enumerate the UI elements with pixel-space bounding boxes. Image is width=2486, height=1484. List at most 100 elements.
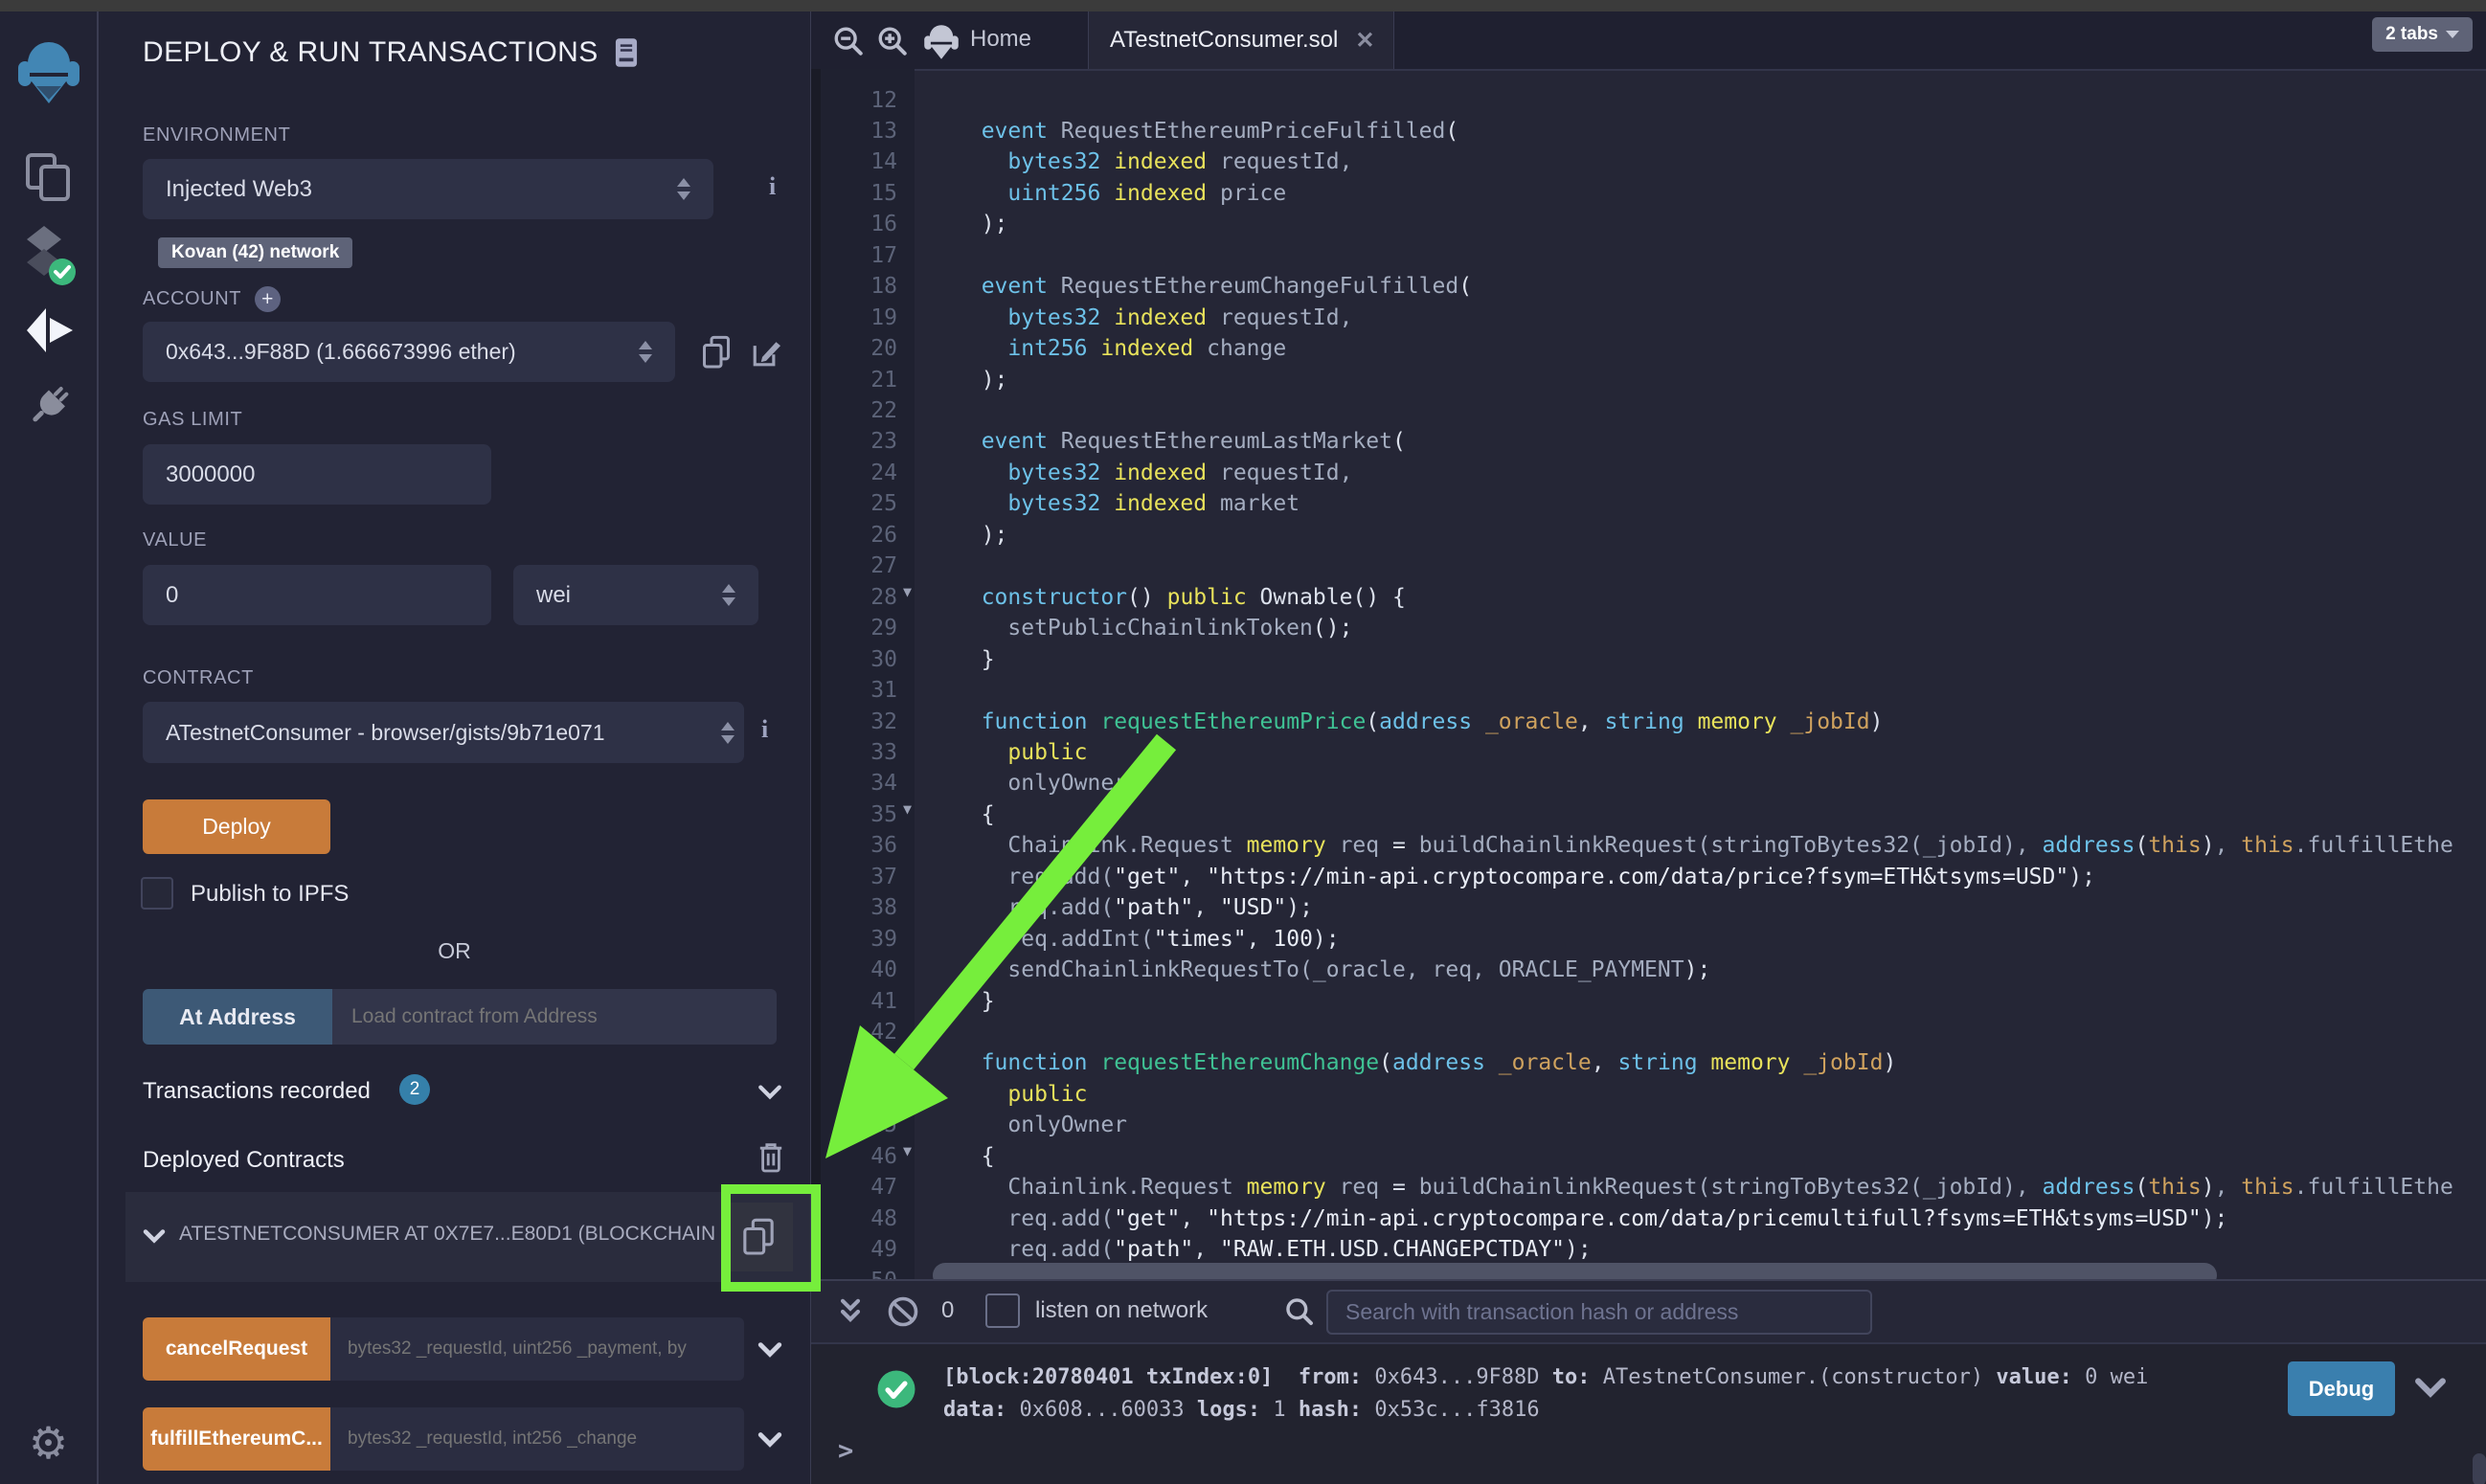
line-number: 49 <box>811 1237 897 1262</box>
debug-button[interactable]: Debug <box>2288 1361 2395 1416</box>
code-area[interactable]: 1213 event RequestEthereumPriceFulfilled… <box>811 69 2486 1279</box>
listen-network-label: listen on network <box>1035 1297 1208 1324</box>
edit-account-icon[interactable] <box>750 337 782 370</box>
code-line: 25 bytes32 indexed market <box>811 488 2486 520</box>
environment-select[interactable]: Injected Web3 <box>143 159 713 219</box>
remix-logo[interactable] <box>0 38 97 107</box>
function-expand-icon[interactable] <box>757 1431 782 1448</box>
network-badge: Kovan (42) network <box>158 237 352 268</box>
tx-success-icon <box>876 1369 916 1409</box>
zoom-in-icon[interactable] <box>876 25 909 57</box>
home-remix-icon[interactable] <box>922 23 960 61</box>
line-number: 29 <box>811 616 897 641</box>
gas-limit-input[interactable] <box>143 444 491 505</box>
account-label: ACCOUNT <box>143 288 241 310</box>
fold-arrow-icon[interactable]: ▼ <box>903 1142 912 1159</box>
code-line: 27 <box>811 551 2486 582</box>
search-icon <box>1284 1296 1315 1327</box>
sidebar-item-deploy-run[interactable] <box>0 306 97 354</box>
value-input[interactable] <box>143 565 491 625</box>
line-number: 32 <box>811 709 897 734</box>
expand-terminal-icon[interactable] <box>838 1296 863 1327</box>
at-address-button[interactable]: At Address <box>143 989 332 1045</box>
line-number: 42 <box>811 1020 897 1045</box>
tab-active-file[interactable]: ATestnetConsumer.sol ✕ <box>1088 11 1394 69</box>
fold-arrow-icon[interactable]: ▼ <box>903 583 912 600</box>
transactions-collapse-icon[interactable] <box>757 1084 782 1100</box>
contract-info-icon[interactable]: i <box>761 715 768 744</box>
deployed-contracts-label: Deployed Contracts <box>143 1147 345 1174</box>
environment-value: Injected Web3 <box>166 176 312 203</box>
value-unit: wei <box>536 582 571 609</box>
terminal-search-input[interactable] <box>1326 1290 1872 1335</box>
plugin-icon-bar: ⚙ <box>0 11 99 1484</box>
tab-filename: ATestnetConsumer.sol <box>1110 27 1338 54</box>
function-button-1[interactable]: fulfillEthereumC... <box>143 1407 330 1471</box>
window-top-strip <box>0 0 2486 11</box>
account-label-row: ACCOUNT + <box>143 286 281 312</box>
sidebar-item-file-explorer[interactable] <box>0 151 97 203</box>
add-account-icon[interactable]: + <box>255 286 281 312</box>
tx-log-line-1[interactable]: [block:20780401 txIndex:0] from: 0x643..… <box>943 1365 2148 1389</box>
clear-deployed-trash-icon[interactable] <box>757 1141 784 1174</box>
tx-log-line-2[interactable]: data: 0x608...60033 logs: 1 hash: 0x53c.… <box>943 1398 1540 1422</box>
code-line: 42 <box>811 1017 2486 1048</box>
documentation-icon[interactable] <box>614 37 639 68</box>
line-number: 27 <box>811 553 897 578</box>
environment-label: ENVIRONMENT <box>143 124 290 146</box>
remix-logo-icon <box>17 38 80 107</box>
sidebar-item-solidity-compiler[interactable] <box>0 224 97 287</box>
line-number: 25 <box>811 491 897 516</box>
deploy-button[interactable]: Deploy <box>143 799 330 854</box>
horizontal-scrollbar[interactable] <box>933 1263 2217 1279</box>
line-number: 38 <box>811 895 897 920</box>
contract-expand-icon[interactable] <box>143 1228 166 1244</box>
code-line: 38 req.add("path", "USD"); <box>811 892 2486 924</box>
tab-home[interactable]: Home <box>970 26 1031 53</box>
code-line: 43 function requestEthereumChange(addres… <box>811 1047 2486 1079</box>
account-select[interactable]: 0x643...9F88D (1.666673996 ether) <box>143 322 675 382</box>
code-line: 47 Chainlink.Request memory req = buildC… <box>811 1172 2486 1203</box>
function-expand-icon[interactable] <box>757 1341 782 1358</box>
listen-network-checkbox[interactable] <box>985 1293 1020 1328</box>
code-line: 22 <box>811 395 2486 427</box>
code-line: 30 } <box>811 643 2486 675</box>
line-number: 26 <box>811 523 897 548</box>
transactions-recorded-label: Transactions recorded <box>143 1078 371 1105</box>
code-line: 15 uint256 indexed price <box>811 177 2486 209</box>
copy-account-icon[interactable] <box>702 335 731 370</box>
plugin-manager-icon <box>23 379 75 431</box>
settings-gear-icon[interactable]: ⚙ <box>0 1417 97 1469</box>
tab-close-icon[interactable]: ✕ <box>1355 27 1374 55</box>
deployed-contract-item[interactable]: ATESTNETCONSUMER AT 0X7E7...E80D1 (BLOCK… <box>125 1192 810 1282</box>
function-params-input-1[interactable] <box>330 1407 744 1471</box>
function-params-input-0[interactable] <box>330 1317 744 1381</box>
code-line: 20 int256 indexed change <box>811 333 2486 365</box>
tabs-count-label: 2 tabs <box>2385 24 2438 45</box>
gas-limit-label: GAS LIMIT <box>143 409 242 431</box>
environment-info-icon[interactable]: i <box>769 172 776 201</box>
line-number: 34 <box>811 771 897 796</box>
function-button-0[interactable]: cancelRequest <box>143 1317 330 1381</box>
terminal-scrollbar-nub[interactable] <box>2473 1453 2486 1484</box>
zoom-out-icon[interactable] <box>832 25 865 57</box>
value-unit-select[interactable]: wei <box>513 565 758 625</box>
line-number: 12 <box>811 88 897 113</box>
code-line: 41 } <box>811 985 2486 1017</box>
clear-console-ban-icon[interactable] <box>886 1294 920 1329</box>
pending-tx-count: 0 <box>941 1297 954 1324</box>
sidebar-item-plugin-manager[interactable] <box>0 379 97 431</box>
contract-select[interactable]: ATestnetConsumer - browser/gists/9b71e07… <box>143 702 744 763</box>
terminal-panel: 0 listen on network [block:20780401 txIn… <box>811 1279 2486 1484</box>
line-number: 50 <box>811 1269 897 1279</box>
at-address-input[interactable] <box>332 989 777 1045</box>
editor-tab-bar: Home ATestnetConsumer.sol ✕ 2 tabs <box>811 11 2486 71</box>
line-number: 17 <box>811 243 897 268</box>
terminal-prompt[interactable]: > <box>838 1436 853 1466</box>
tx-expand-icon[interactable] <box>2414 1377 2447 1398</box>
line-number: 39 <box>811 927 897 952</box>
publish-ipfs-checkbox[interactable] <box>141 877 173 910</box>
code-line: 40 sendChainlinkRequestTo(_oracle, req, … <box>811 955 2486 986</box>
tabs-count-dropdown[interactable]: 2 tabs <box>2372 17 2473 52</box>
fold-arrow-icon[interactable]: ▼ <box>903 800 912 818</box>
